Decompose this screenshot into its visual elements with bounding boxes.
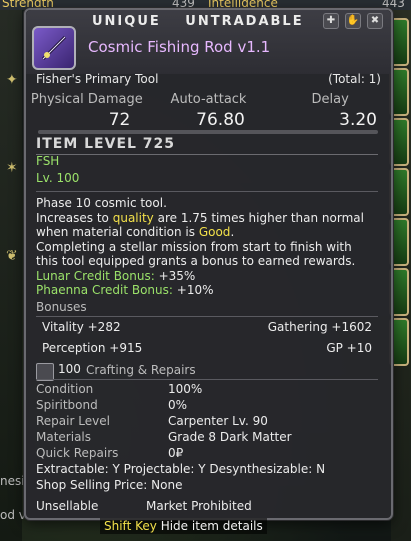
hint-key: Shift Key — [104, 519, 157, 533]
lunar-value: +35% — [154, 268, 196, 283]
item-level-divider — [36, 154, 378, 155]
left-gear-icon-3: ❦ — [6, 248, 18, 264]
desc-text: Increases to — [36, 210, 113, 225]
repair-level-value: Carpenter Lv. 90 — [168, 414, 268, 428]
spiritbond-label: Spiritbond — [36, 398, 98, 412]
repair-level-label: Repair Level — [36, 414, 110, 428]
hint-bar: Shift Key Hide item details — [100, 518, 267, 534]
condition-value: 100% — [168, 382, 203, 396]
materials-value: Grade 8 Dark Matter — [168, 430, 292, 444]
lunar-credit-bonus: Lunar Credit Bonus: +35% — [36, 269, 381, 284]
phaenna-value: +10% — [172, 283, 214, 297]
stat-header-delay: Delay — [311, 92, 349, 107]
bonus-perception: Perception +915 — [42, 341, 143, 355]
phaenna-label: Phaenna Credit Bonus: — [36, 283, 173, 297]
stat-header-physical-damage: Physical Damage — [30, 92, 143, 107]
desc-text: are 1.75 times higher than normal — [153, 210, 364, 225]
item-total: (Total: 1) — [328, 72, 381, 86]
bonus-row-2: Perception +915 GP +10 — [42, 341, 372, 355]
item-category: Fisher's Primary Tool — [36, 72, 159, 86]
condition-label: Condition — [36, 382, 94, 396]
unsellable-label: Unsellable — [36, 499, 99, 513]
collectable-icon: ✚ — [323, 13, 339, 29]
shop-selling-price: Shop Selling Price: None — [36, 478, 183, 492]
divider — [36, 191, 378, 192]
required-level: Lv. 100 — [36, 171, 80, 185]
stat-header-auto-attack: Auto-attack — [170, 92, 247, 107]
divider — [36, 316, 378, 317]
desc-line: when material condition is Good. — [36, 225, 381, 240]
stat-auto-attack: 76.80 — [196, 110, 245, 130]
desc-highlight-quality: quality — [112, 210, 154, 225]
bonus-gathering: Gathering +1602 — [267, 320, 372, 334]
phaenna-credit-bonus: Phaenna Credit Bonus: +10% — [36, 283, 381, 298]
header-icons: ✚ ✋ ✖ — [323, 13, 383, 29]
desc-text: when material condition is — [36, 225, 199, 239]
crafting-title: Crafting & Repairs — [86, 363, 196, 377]
item-tooltip: UNIQUE UNTRADABLE ✚ ✋ ✖ Cosmic Fishing R… — [24, 8, 393, 520]
left-gear-icon-2: ✶ — [6, 160, 18, 176]
market-status: Market Prohibited — [146, 499, 252, 513]
stats-divider-bar — [38, 130, 378, 134]
divider — [36, 379, 378, 380]
hand-icon: ✋ — [345, 13, 361, 29]
materials-label: Materials — [36, 430, 92, 444]
spiritbond-value: 0% — [168, 398, 188, 412]
desc-line: Increases to quality are 1.75 times high… — [36, 211, 381, 226]
item-level: ITEM LEVEL 725 — [36, 136, 176, 152]
bonuses-title: Bonuses — [36, 300, 87, 314]
close-icon[interactable]: ✖ — [367, 13, 383, 29]
desc-text: . — [230, 225, 235, 239]
left-gear-column — [0, 10, 22, 541]
bg-left-text-b: od v — [0, 508, 26, 522]
left-gear-icon-1: ✦ — [6, 72, 18, 88]
lunar-label: Lunar Credit Bonus: — [36, 268, 155, 283]
hint-action: Hide item details — [160, 519, 263, 533]
stat-delay: 3.20 — [339, 110, 377, 130]
badge-untradable: UNTRADABLE — [185, 14, 304, 29]
item-flags: Extractable: Y Projectable: Y Desynthesi… — [36, 462, 326, 476]
stat-physical-damage: 72 — [108, 110, 131, 130]
badge-unique: UNIQUE — [92, 14, 161, 29]
bonus-row-1: Vitality +282 Gathering +1602 — [42, 320, 372, 334]
item-description: Phase 10 cosmic tool. Increases to quali… — [36, 196, 381, 298]
quick-repairs-value: 0₽ — [168, 446, 184, 460]
category-row: Fisher's Primary Tool (Total: 1) — [36, 72, 381, 86]
item-badges: UNIQUE UNTRADABLE — [92, 14, 322, 29]
item-name: Cosmic Fishing Rod v1.1 — [88, 38, 271, 56]
bonus-gp: GP +10 — [326, 341, 372, 355]
desc-line: this tool equipped grants a bonus to ear… — [36, 254, 356, 268]
fishing-rod-icon — [32, 26, 76, 70]
bonus-vitality: Vitality +282 — [42, 320, 121, 334]
stats-values: 72 76.80 3.20 — [26, 110, 391, 130]
desc-line: Phase 10 cosmic tool. — [36, 196, 167, 210]
stats-headers: Physical Damage Auto-attack Delay — [26, 92, 391, 107]
desc-highlight-good: Good — [198, 225, 231, 239]
quick-repairs-label: Quick Repairs — [36, 446, 119, 460]
job-class: FSH — [36, 154, 60, 168]
bg-left-text-a: nesi — [0, 474, 25, 488]
crafting-count: 100 — [58, 362, 81, 376]
desc-line: Completing a stellar mission from start … — [36, 239, 352, 254]
